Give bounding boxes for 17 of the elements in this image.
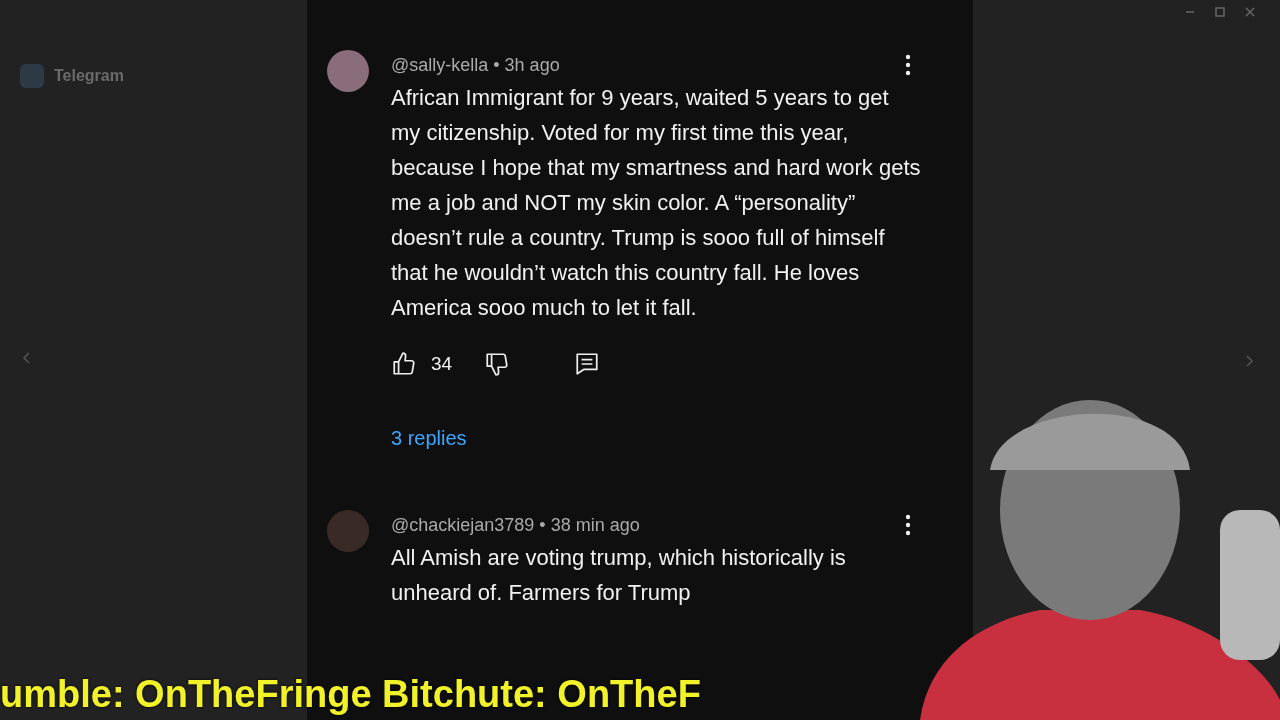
comment-author-time: @sally-kella • 3h ago: [391, 54, 560, 77]
thumbs-up-icon[interactable]: [391, 351, 417, 377]
reply-icon[interactable]: [574, 351, 601, 377]
app-icon: [20, 64, 44, 88]
thumbs-down-icon[interactable]: [484, 351, 511, 377]
app-name: Telegram: [54, 67, 124, 85]
more-options-icon[interactable]: [905, 514, 911, 536]
comment-text: All Amish are voting trump, which historically is unheard of. Farmers for Trump: [391, 544, 847, 607]
comment-author-time: @chackiejan3789 • 38 min ago: [391, 514, 640, 537]
maximize-icon[interactable]: [1214, 6, 1226, 18]
like-count: 34: [431, 353, 453, 375]
more-options-icon[interactable]: [905, 54, 911, 76]
replies-link[interactable]: 3 replies: [391, 427, 467, 450]
close-icon[interactable]: [1244, 6, 1256, 18]
avatar[interactable]: [327, 50, 369, 92]
channel-ticker: umble: OnTheFringe Bitchute: OnTheF: [0, 674, 701, 716]
comment-text: African Immigrant for 9 years, waited 5 years to get my citizenship. Voted for my first time this year, because I hope that my smartness and hard work gets me a job and NOT my skin color. A “personality” doesn’t rule a country. Trump is sooo full of himself that he wouldn’t watch this country fall. He loves America sooo much to let it fall.: [391, 84, 921, 322]
